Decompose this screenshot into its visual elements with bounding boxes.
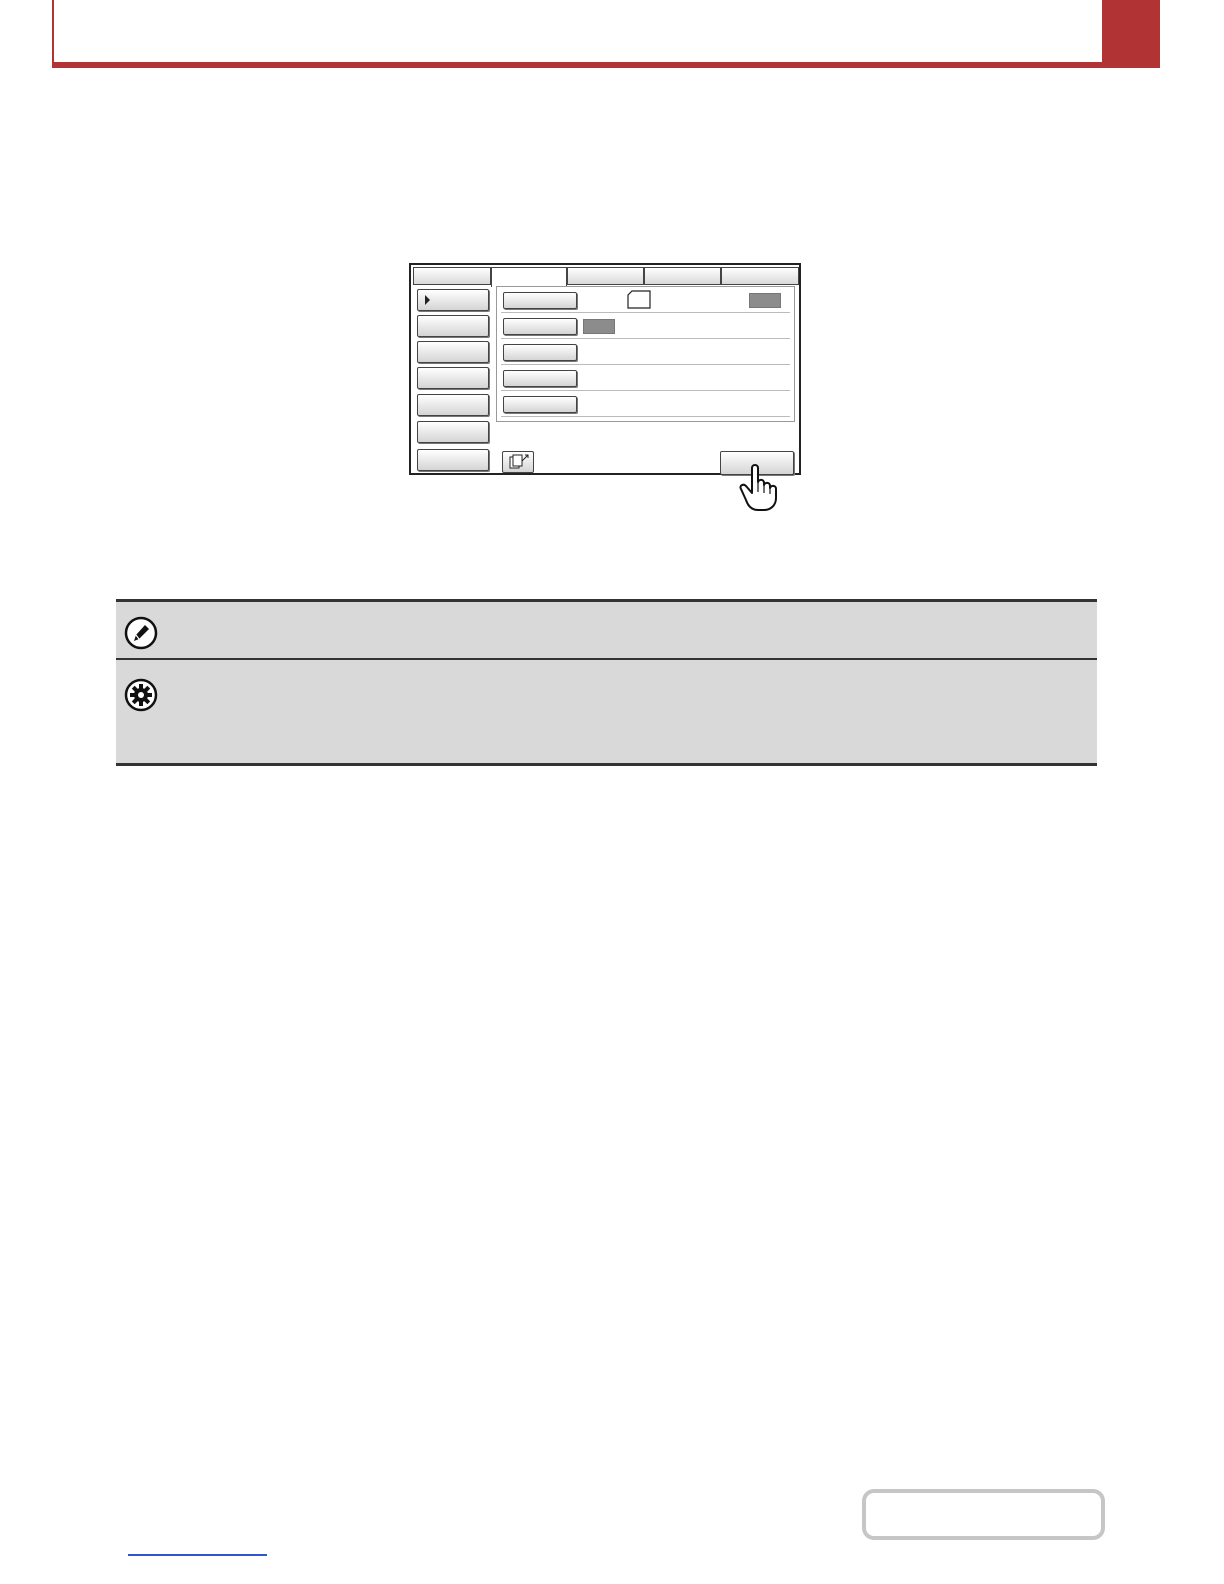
triangle-right-icon bbox=[425, 295, 430, 305]
header-page-tab bbox=[1102, 0, 1160, 68]
settings-row bbox=[501, 287, 790, 313]
setting-button-5[interactable] bbox=[503, 396, 577, 413]
side-button-5[interactable] bbox=[417, 394, 489, 416]
value-indicator bbox=[749, 293, 781, 308]
touch-panel-illustration bbox=[409, 263, 801, 475]
preview-button[interactable] bbox=[502, 451, 534, 473]
header-left-rule bbox=[52, 0, 54, 62]
side-button-7[interactable] bbox=[417, 449, 489, 471]
setting-button-3[interactable] bbox=[503, 344, 577, 361]
gear-icon bbox=[124, 678, 158, 712]
note-box bbox=[116, 599, 1097, 660]
paper-size-icon bbox=[627, 290, 651, 309]
setting-button-1[interactable] bbox=[503, 292, 577, 309]
value-indicator bbox=[583, 319, 615, 334]
setting-button-2[interactable] bbox=[503, 318, 577, 335]
panel-tab-3[interactable] bbox=[567, 267, 644, 285]
header-rule bbox=[52, 62, 1160, 68]
panel-tab-1[interactable] bbox=[413, 267, 491, 285]
panel-tab-5[interactable] bbox=[721, 267, 799, 285]
settings-row bbox=[501, 313, 790, 339]
settings-row bbox=[501, 339, 790, 365]
settings-row bbox=[501, 391, 790, 417]
panel-tab-4[interactable] bbox=[644, 267, 721, 285]
panel-tab-2[interactable] bbox=[491, 267, 567, 287]
system-settings-box bbox=[116, 660, 1097, 766]
hand-pointer-icon bbox=[739, 464, 777, 511]
contents-button[interactable] bbox=[862, 1489, 1105, 1540]
settings-list bbox=[496, 286, 795, 422]
side-button-4[interactable] bbox=[417, 367, 489, 389]
settings-row bbox=[501, 365, 790, 391]
side-button-2[interactable] bbox=[417, 315, 489, 337]
pencil-icon bbox=[124, 616, 158, 650]
side-button-6[interactable] bbox=[417, 421, 489, 443]
footer-link[interactable] bbox=[128, 1554, 267, 1556]
document-preview-icon bbox=[509, 454, 529, 469]
setting-button-4[interactable] bbox=[503, 370, 577, 387]
side-button-3[interactable] bbox=[417, 341, 489, 363]
side-button-1[interactable] bbox=[417, 289, 489, 311]
